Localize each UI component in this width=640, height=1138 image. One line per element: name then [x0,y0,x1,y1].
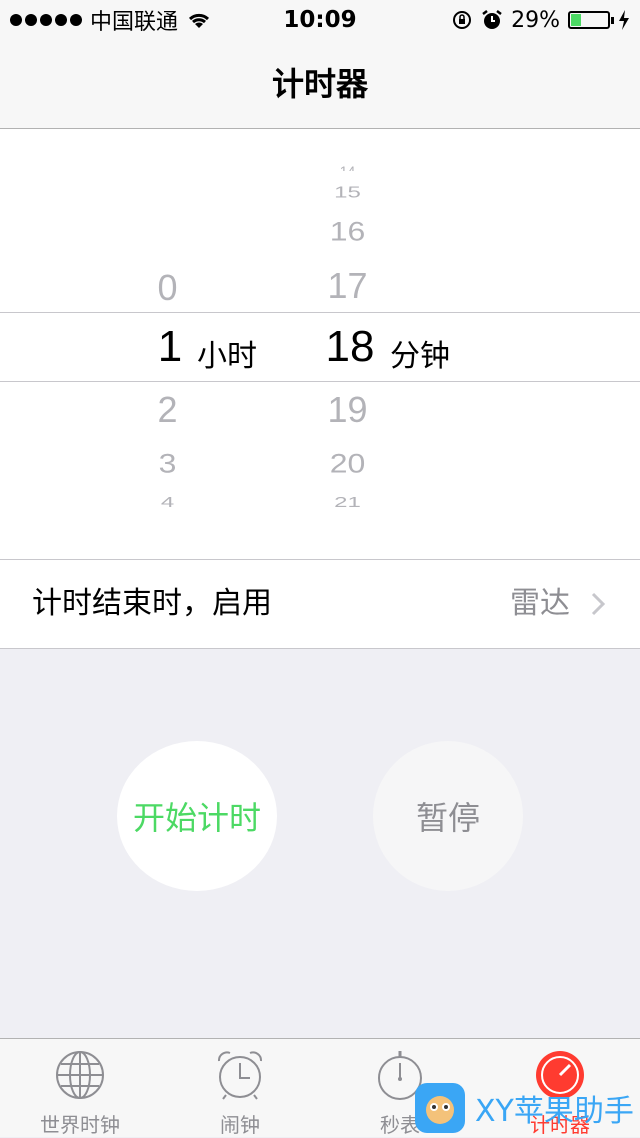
charging-icon [619,10,629,30]
tab-alarm[interactable]: 闹钟 [160,1039,320,1137]
timer-end-sound-row[interactable]: 计时结束时，启用 雷达 [0,559,640,649]
tab-label: 世界时钟 [40,1113,120,1137]
alarm-icon [482,10,502,29]
picker-minute-option[interactable]: 20 [300,448,395,479]
picker-hour-option[interactable]: 4 [120,495,215,512]
pause-button[interactable]: 暂停 [373,741,523,891]
status-bar: 中国联通 10:09 29% [0,0,640,40]
selected-minutes[interactable]: 18 [322,322,378,372]
picker-minute-option[interactable]: 19 [300,389,395,431]
globe-icon [56,1051,104,1099]
picker-minute-option[interactable]: 14 [300,163,395,171]
status-right: 29% [451,0,630,40]
picker-hour-option[interactable]: 2 [120,389,215,431]
battery-icon [568,11,614,29]
picker-minute-option[interactable]: 21 [300,495,395,512]
chevron-right-icon [591,592,606,616]
duration-picker[interactable]: 0 14 15 16 17 1 小时 18 分钟 2 3 4 19 20 21 [0,129,640,559]
tab-world-clock[interactable]: 世界时钟 [0,1039,160,1137]
battery-percent: 29% [511,7,560,33]
picker-minute-option[interactable]: 15 [300,184,395,202]
navigation-bar: 计时器 [0,40,640,129]
picker-selection-bottom-line [0,381,640,382]
picker-minute-option[interactable]: 17 [300,265,395,307]
rotation-lock-icon [453,11,472,29]
picker-selection-top-line [0,312,640,313]
page-title: 计时器 [271,65,368,103]
hours-unit-label: 小时 [197,339,257,374]
row-label: 计时结束时，启用 [32,586,272,621]
selected-hours[interactable]: 1 [145,322,195,372]
watermark: XY苹果助手 [415,1080,634,1136]
tab-label: 闹钟 [220,1113,260,1137]
picker-hour-option[interactable]: 3 [120,448,215,479]
watermark-text: XY苹果助手 [475,1094,634,1129]
start-timer-button[interactable]: 开始计时 [117,741,277,891]
row-value: 雷达 [510,586,570,621]
picker-hour-option[interactable]: 0 [120,267,215,309]
minutes-unit-label: 分钟 [390,339,450,374]
alarm-clock-icon [218,1051,262,1100]
picker-minute-option[interactable]: 16 [300,216,395,247]
watermark-logo-icon [415,1083,465,1133]
